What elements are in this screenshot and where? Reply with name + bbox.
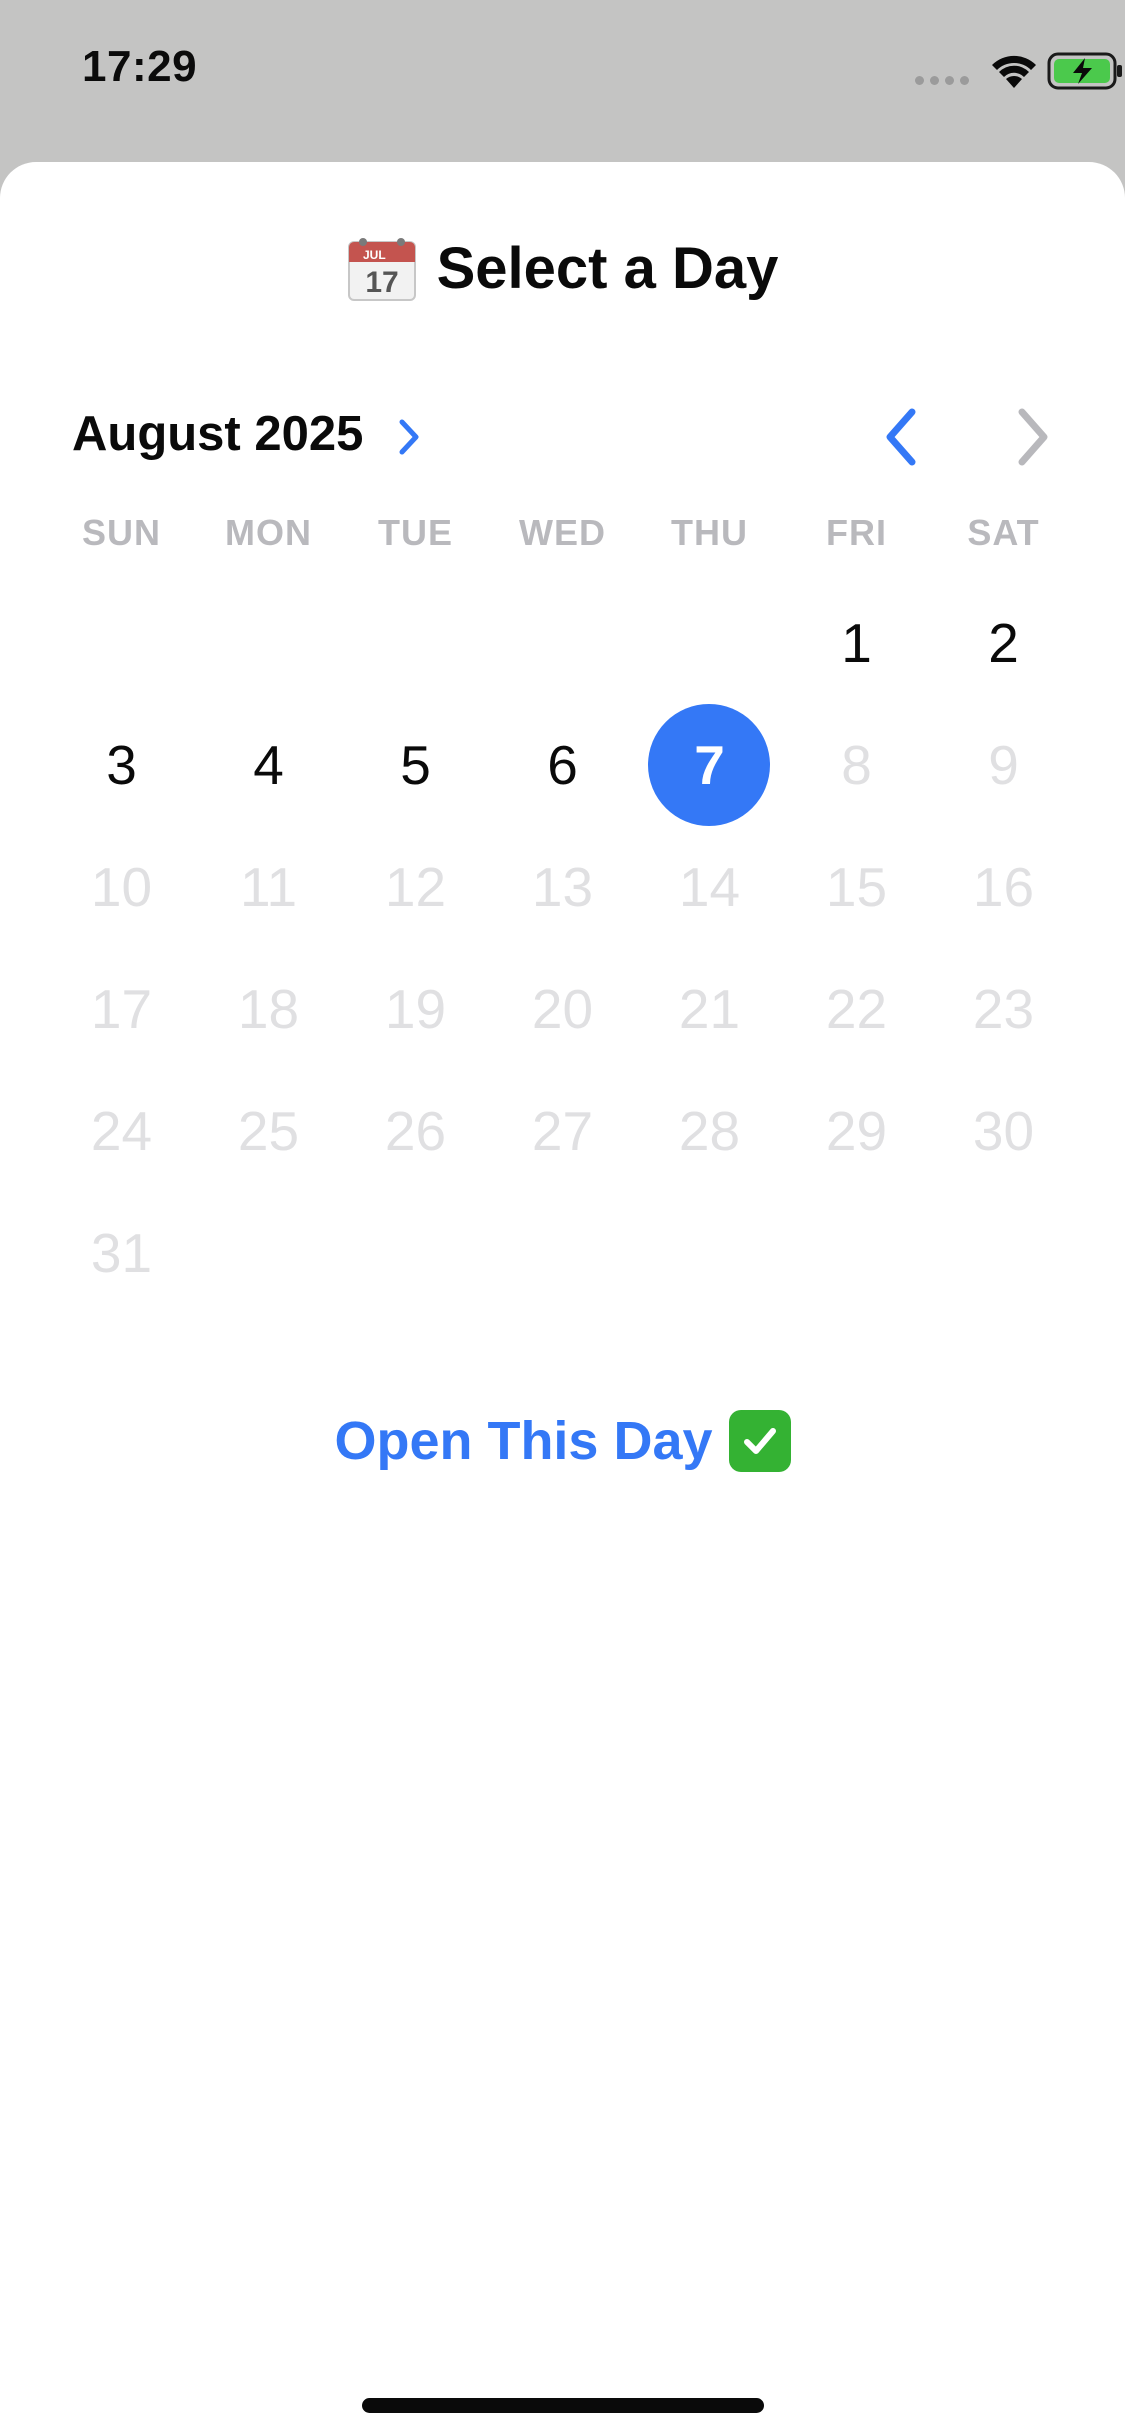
weekday-label-sat: SAT xyxy=(967,512,1040,553)
day-cell: 22 xyxy=(783,948,930,1070)
day-cell: 10 xyxy=(48,826,195,948)
status-bar: 17:29 xyxy=(0,0,1125,150)
status-time: 17:29 xyxy=(82,42,198,91)
cellular-signal-icon xyxy=(915,76,969,85)
day-cell: 26 xyxy=(342,1070,489,1192)
day-number: 27 xyxy=(531,1100,594,1162)
day-cell: 15 xyxy=(783,826,930,948)
month-navigation: August 2025 xyxy=(72,402,1062,472)
day-number: 1 xyxy=(841,612,872,674)
day-cell: 19 xyxy=(342,948,489,1070)
day-cell: 18 xyxy=(195,948,342,1070)
day-cell: 12 xyxy=(342,826,489,948)
next-month-button[interactable] xyxy=(1002,402,1062,472)
day-cell: 23 xyxy=(930,948,1077,1070)
day-cell: 24 xyxy=(48,1070,195,1192)
day-cell[interactable]: 5 xyxy=(342,704,489,826)
day-cell[interactable]: 6 xyxy=(489,704,636,826)
day-number: 5 xyxy=(400,734,431,796)
day-number: 26 xyxy=(384,1100,447,1162)
day-number: 16 xyxy=(972,856,1035,918)
day-number: 4 xyxy=(253,734,284,796)
day-number: 12 xyxy=(384,856,447,918)
day-cell: 9 xyxy=(930,704,1077,826)
open-this-day-label: Open This Day xyxy=(334,1411,713,1471)
weekday-label-sun: SUN xyxy=(81,512,161,553)
day-number: 2 xyxy=(988,612,1019,674)
day-number: 7 xyxy=(694,734,725,796)
day-cell: 8 xyxy=(783,704,930,826)
day-number: 23 xyxy=(972,978,1035,1040)
day-number: 3 xyxy=(106,734,137,796)
day-number: 8 xyxy=(841,734,872,796)
day-number: 18 xyxy=(237,978,300,1040)
weekday-header: SUN MON TUE WED THU FRI SAT xyxy=(48,512,1080,553)
svg-text:JUL: JUL xyxy=(363,248,386,262)
chevron-right-icon[interactable] xyxy=(396,416,422,458)
weekday-label-fri: FRI xyxy=(826,512,887,553)
day-number: 25 xyxy=(237,1100,300,1162)
day-cell: 27 xyxy=(489,1070,636,1192)
day-number: 17 xyxy=(90,978,153,1040)
day-number: 10 xyxy=(90,856,153,918)
day-number: 30 xyxy=(972,1100,1035,1162)
day-number: 11 xyxy=(239,856,298,918)
day-cell: 20 xyxy=(489,948,636,1070)
day-cell: 16 xyxy=(930,826,1077,948)
day-number: 31 xyxy=(90,1222,153,1284)
day-cell: 13 xyxy=(489,826,636,948)
day-cell[interactable]: 3 xyxy=(48,704,195,826)
date-picker-sheet: JUL 17 Select a Day August 2025 SUN MON TU… xyxy=(0,162,1125,2436)
day-cell: 31 xyxy=(48,1192,195,1314)
day-number: 22 xyxy=(825,978,888,1040)
calendar-icon: JUL 17 xyxy=(347,238,416,301)
day-cell[interactable]: 1 xyxy=(783,582,930,704)
day-number: 20 xyxy=(531,978,594,1040)
day-cell: 25 xyxy=(195,1070,342,1192)
day-grid: 1 2 3 4 5 6 7 8 9 10 11 12 13 14 15 16 17 18 19 20 21 22 23 24 2… xyxy=(48,582,1080,1284)
day-cell-selected[interactable]: 7 xyxy=(636,704,783,826)
day-number: 9 xyxy=(988,734,1019,796)
day-number: 13 xyxy=(531,856,594,918)
day-cell: 30 xyxy=(930,1070,1077,1192)
battery-charging-icon xyxy=(1047,52,1122,90)
sheet-title: JUL 17 Select a Day xyxy=(0,234,1125,302)
day-cell[interactable]: 4 xyxy=(195,704,342,826)
home-indicator[interactable] xyxy=(362,2398,764,2413)
weekday-label-mon: MON xyxy=(225,512,312,553)
svg-text:17: 17 xyxy=(365,266,398,299)
day-cell: 28 xyxy=(636,1070,783,1192)
day-cell: 14 xyxy=(636,826,783,948)
day-cell: 17 xyxy=(48,948,195,1070)
day-number: 15 xyxy=(825,856,888,918)
day-number: 19 xyxy=(384,978,447,1040)
check-mark-icon xyxy=(728,1410,791,1472)
weekday-label-thu: THU xyxy=(671,512,748,553)
open-this-day-button[interactable]: Open This Day xyxy=(0,1410,1125,1472)
month-year-label[interactable]: August 2025 xyxy=(72,406,363,462)
wifi-icon xyxy=(992,55,1036,88)
day-number: 29 xyxy=(825,1100,888,1162)
day-cell: 11 xyxy=(195,826,342,948)
weekday-label-wed: WED xyxy=(519,512,606,553)
day-number: 24 xyxy=(90,1100,153,1162)
weekday-label-tue: TUE xyxy=(378,512,453,553)
previous-month-button[interactable] xyxy=(872,402,932,472)
day-number: 21 xyxy=(678,978,741,1040)
sheet-title-text: Select a Day xyxy=(436,235,779,301)
day-cell: 29 xyxy=(783,1070,930,1192)
day-cell[interactable]: 2 xyxy=(930,582,1077,704)
day-number: 6 xyxy=(547,734,578,796)
day-number: 14 xyxy=(678,856,741,918)
day-number: 28 xyxy=(678,1100,741,1162)
day-cell: 21 xyxy=(636,948,783,1070)
